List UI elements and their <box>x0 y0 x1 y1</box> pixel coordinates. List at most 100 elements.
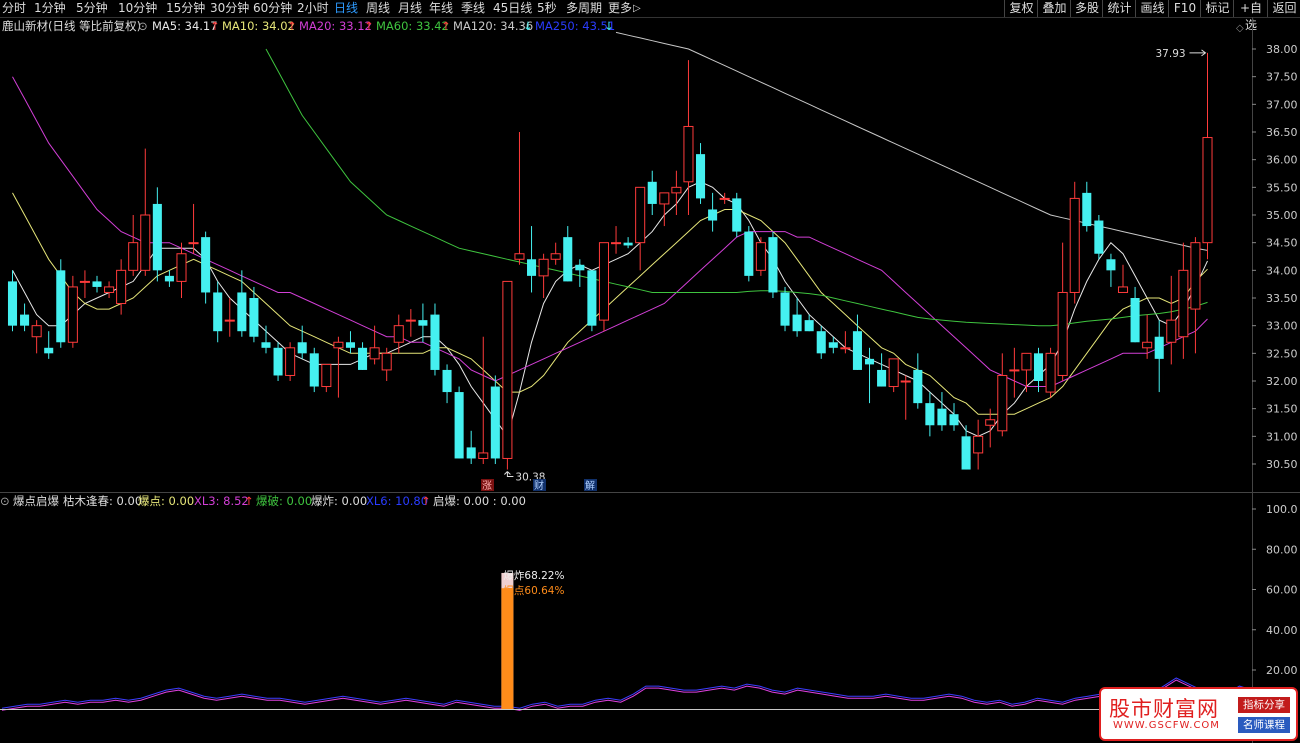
tab-multi-period[interactable]: 多周期 <box>566 0 602 17</box>
candle <box>454 386 464 459</box>
candle-body-down <box>454 392 464 459</box>
more-arrow-icon[interactable]: ▷ <box>633 0 641 17</box>
candle <box>587 270 597 332</box>
tab-5sec[interactable]: 5秒 <box>537 0 557 17</box>
draw-line-button[interactable]: 画线 <box>1135 0 1169 17</box>
candle-body-up <box>985 419 996 426</box>
settings-icon[interactable]: ⊙ <box>138 18 148 34</box>
f10-button[interactable]: F10 <box>1168 0 1201 17</box>
candle-body-up <box>1021 352 1032 371</box>
mark-button[interactable]: 标记 <box>1200 0 1234 17</box>
candle-body-down <box>7 281 18 326</box>
candle <box>816 325 826 359</box>
ma5-value: MA5: 34.17 <box>152 19 218 33</box>
candle <box>405 309 416 337</box>
multi-stock-button[interactable]: 多股 <box>1070 0 1103 17</box>
tab-60min[interactable]: 60分钟 <box>253 0 292 17</box>
tab-weekly[interactable]: 周线 <box>366 0 390 17</box>
mark-cai[interactable]: 财 <box>534 479 544 492</box>
candle-body-up <box>755 242 766 271</box>
candle-body-up <box>514 253 525 260</box>
tab-monthly[interactable]: 月线 <box>398 0 422 17</box>
candle <box>345 331 356 354</box>
add-favorite-button[interactable]: +自选 <box>1233 0 1268 32</box>
mark-cai-box[interactable] <box>533 479 546 491</box>
ma20-line <box>12 76 1208 387</box>
osc-blue-line <box>1 677 1253 709</box>
candle <box>611 226 622 254</box>
baozha-value: 爆炸: 0.00 <box>311 494 368 508</box>
candle <box>973 419 984 470</box>
candle-body-down <box>864 358 875 365</box>
overlay-button[interactable]: 叠加 <box>1037 0 1071 17</box>
tab-quarterly[interactable]: 季线 <box>461 0 485 17</box>
tab-15min[interactable]: 15分钟 <box>166 0 205 17</box>
price-tick-label: 35.00 <box>1266 209 1298 222</box>
mark-jie-box[interactable] <box>584 479 597 491</box>
candle <box>1021 352 1032 393</box>
candle <box>1094 215 1104 260</box>
price-tick-label: 36.50 <box>1266 126 1298 139</box>
candle <box>925 392 935 437</box>
candle-body-up <box>67 286 78 343</box>
candle <box>985 408 996 448</box>
tab-45day[interactable]: 45日线 <box>493 0 532 17</box>
candle <box>201 231 211 304</box>
candle-body-down <box>430 314 440 370</box>
baodian-bar <box>501 588 514 709</box>
candle <box>381 347 392 381</box>
tab-10min[interactable]: 10分钟 <box>118 0 157 17</box>
ma5-line <box>12 181 1208 438</box>
candle <box>333 336 344 398</box>
fuquan-button[interactable]: 复权 <box>1004 0 1038 17</box>
tab-fenshi[interactable]: 分时 <box>2 0 26 17</box>
candle-body-up <box>381 352 392 371</box>
candle-body-down <box>768 237 778 293</box>
candle-body-down <box>925 403 935 426</box>
low-price-label: 30.38 <box>515 472 545 484</box>
candlestick-chart[interactable]: ◇ 38.00 37.50 37.00 36.50 36.00 35.50 35.00 34.… <box>0 0 1300 743</box>
indicator-tick-label: 20.00 <box>1266 664 1298 677</box>
candle <box>768 231 778 298</box>
candle-body-up <box>659 192 670 205</box>
candle <box>900 375 911 420</box>
axis-diamond-icon: ◇ <box>1236 23 1244 34</box>
candle-body-down <box>1033 353 1044 381</box>
candle-body-down <box>527 259 537 276</box>
indicator-tick-label: 40.00 <box>1266 624 1298 637</box>
candle-body-up <box>128 242 139 271</box>
candle-body-up <box>1057 291 1068 376</box>
mark-jie[interactable]: 解 <box>585 479 595 492</box>
candle-body-up <box>188 242 199 245</box>
candle <box>1178 242 1189 359</box>
candle <box>671 170 682 215</box>
mark-zhang-box[interactable] <box>481 479 494 491</box>
tab-1min[interactable]: 1分钟 <box>34 0 66 17</box>
candle <box>852 314 862 370</box>
baodian-label: 爆点60.64% <box>503 584 564 597</box>
candle-body-down <box>237 292 247 332</box>
ma250-arrow-down-icon: ↓ <box>604 19 614 33</box>
tab-30min[interactable]: 30分钟 <box>210 0 249 17</box>
indicator-settings-icon[interactable]: ⊙ <box>0 493 10 509</box>
statistics-button[interactable]: 统计 <box>1102 0 1136 17</box>
candle-body-up <box>393 325 404 343</box>
watermark-tag-course: 名师课程 <box>1238 717 1290 733</box>
candle-body-up <box>1202 137 1213 244</box>
tab-yearly[interactable]: 年线 <box>429 0 453 17</box>
candle <box>913 353 923 409</box>
candle-body-up <box>1142 341 1153 349</box>
tab-more[interactable]: 更多 <box>608 0 632 17</box>
candle <box>683 60 694 215</box>
tab-daily[interactable]: 日线 <box>334 0 358 17</box>
candle-body-up <box>683 125 694 183</box>
mark-zhang[interactable]: 涨 <box>482 480 492 492</box>
candle <box>997 353 1008 437</box>
candle <box>188 203 199 254</box>
candle-body-down <box>1130 298 1140 343</box>
candle <box>659 192 670 227</box>
tab-2hour[interactable]: 2小时 <box>297 0 329 17</box>
back-button[interactable]: 返回 <box>1267 0 1300 17</box>
tab-5min[interactable]: 5分钟 <box>76 0 108 17</box>
candle-body-down <box>563 237 573 282</box>
